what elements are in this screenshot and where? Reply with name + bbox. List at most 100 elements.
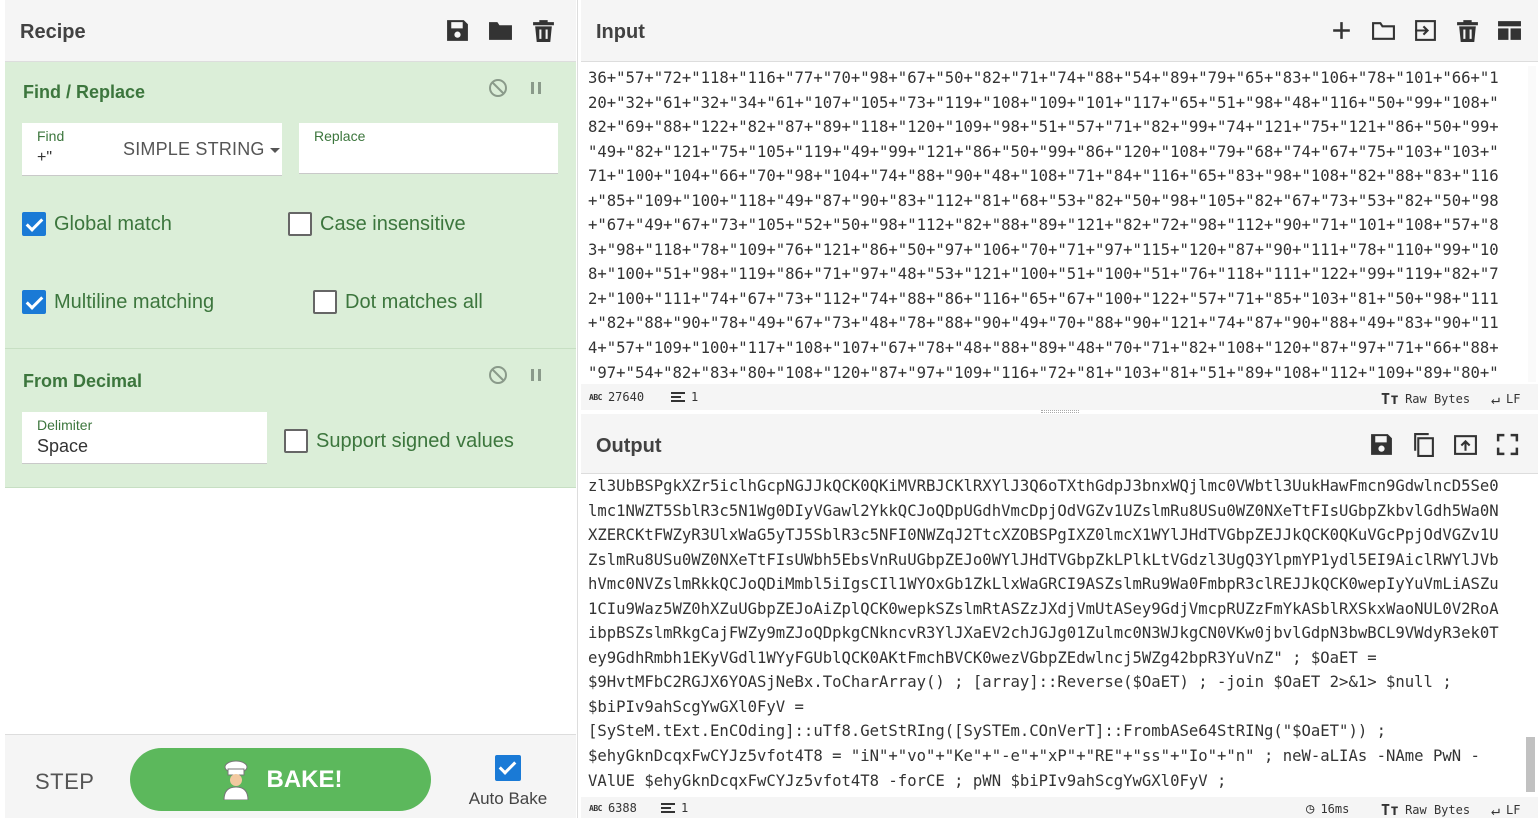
output-scrollbar[interactable] [1526, 737, 1535, 792]
input-header: Input [581, 0, 1538, 62]
folder-icon[interactable] [1371, 18, 1396, 43]
checkbox-checked-icon [22, 212, 46, 236]
disable-icon[interactable] [488, 365, 508, 385]
output-line: hVmc0NVZslmRkkQCJoQDiMmbl5iIgsCIl1WYOxGb… [588, 575, 1499, 594]
multiline-label: Multiline matching [54, 290, 215, 313]
trash-icon[interactable] [531, 18, 556, 43]
case-insensitive-label: Case insensitive [320, 212, 466, 235]
import-icon[interactable] [1413, 18, 1438, 43]
find-value[interactable]: +" [37, 149, 52, 167]
find-type-label: SIMPLE STRING [123, 139, 265, 159]
delimiter-label: Delimiter [37, 417, 93, 433]
layout-icon[interactable] [1497, 18, 1522, 43]
replace-input-icon[interactable] [1453, 432, 1478, 457]
auto-bake-label: Auto Bake [468, 789, 548, 808]
operation-find-replace: Find / Replace Find +" SIMPLE STRING Rep… [5, 62, 576, 349]
operation-title: From Decimal [23, 371, 143, 391]
bake-button[interactable]: BAKE! [130, 748, 431, 811]
controls-area: STEP BAKE! Auto Bake [5, 734, 576, 818]
replace-label: Replace [314, 128, 366, 144]
output-encoding[interactable]: Tт Raw Bytes [1381, 801, 1470, 818]
find-label: Find [37, 128, 65, 144]
pause-icon[interactable] [526, 365, 546, 385]
save-icon[interactable] [445, 18, 470, 43]
input-title: Input [596, 21, 645, 43]
output-line: ibpBSZslmRkgCajFWZy9mZJoQDpkgCNkncvR3YlJ… [588, 624, 1499, 643]
bake-label: BAKE! [266, 765, 343, 793]
output-line: ey9GdhRmbh1EKyVGdl1WYyFGUblQCK0AKtFmchBV… [588, 648, 1377, 667]
output-line: $biPIv9ahScgYwGXl0FyV = [588, 697, 804, 716]
pause-icon[interactable] [526, 78, 546, 98]
input-textarea[interactable]: 36+"57+"72+"118+"116+"77+"70+"98+"67+"50… [581, 66, 1526, 382]
output-line: lmc1NWZT5SblR3c5N1Wg0DIyVGawl2YkkQCJoQDp… [588, 501, 1499, 520]
multiline-checkbox[interactable]: Multiline matching [22, 290, 214, 314]
checkbox-checked-icon [495, 755, 521, 781]
output-textarea[interactable]: zl3UbBSPgkXZr5iclhGcpNGJJkQCK0QKiMVRBJCK… [581, 474, 1526, 792]
caret-down-icon [269, 147, 280, 153]
input-line: +"82+"88+"90+"78+"49+"67+"73+"48+"78+"88… [588, 314, 1499, 333]
checkbox-checked-icon [22, 290, 46, 314]
chef-icon [222, 760, 249, 800]
output-line: VAlUE $ehyGknDcqxFwCYJz5vfot4T8 -forCE ;… [588, 771, 1227, 790]
maximize-icon[interactable] [1495, 432, 1520, 457]
output-title: Output [596, 435, 662, 457]
input-length: 27640 [607, 390, 645, 404]
text-type-icon: Tт [1381, 390, 1400, 408]
input-line: 2+"100+"111+"74+"67+"73+"112+"74+"88+"86… [588, 289, 1499, 308]
input-encoding-label: Raw Bytes [1405, 392, 1471, 406]
output-encoding-label: Raw Bytes [1405, 803, 1471, 817]
bake-time: 16ms [1320, 802, 1350, 816]
recipe-header: Recipe [5, 0, 576, 62]
replace-field[interactable]: Replace [299, 123, 558, 174]
find-field[interactable]: Find +" SIMPLE STRING [22, 123, 282, 176]
copy-icon[interactable] [1411, 432, 1436, 457]
operation-from-decimal: From Decimal Delimiter Space Support sig… [5, 349, 576, 488]
input-eol[interactable]: ↵ LF [1491, 390, 1520, 408]
input-line: +"67+"49+"67+"73+"105+"52+"50+"98+"112+"… [588, 216, 1499, 235]
lines-icon [661, 803, 675, 813]
input-line: "49+"82+"121+"75+"105+"119+"49+"99+"121+… [588, 142, 1499, 161]
checkbox-unchecked-icon [284, 429, 308, 453]
folder-icon[interactable] [488, 18, 513, 43]
delimiter-field[interactable]: Delimiter Space [22, 412, 267, 464]
delimiter-value[interactable]: Space [37, 436, 88, 457]
length-icon: ABC [589, 803, 602, 813]
output-line: [SySteM.tExt.EnCOding]::uTf8.GetStRIng([… [588, 722, 1386, 741]
input-lines: 1 [691, 390, 699, 404]
input-line: 20+"32+"61+"32+"34+"61+"107+"105+"73+"11… [588, 93, 1499, 112]
checkbox-unchecked-icon [288, 212, 312, 236]
output-line: XZERCKtFWZyR3UlxWaG5yTJ5SblR3c5NFI0NWZqJ… [588, 526, 1499, 545]
input-status-bar: ABC 27640 1 Tт Raw Bytes ↵ LF [581, 384, 1538, 410]
global-match-checkbox[interactable]: Global match [22, 212, 172, 236]
output-line: $9HvtMFbC2RGJX6YOASjNeBx.ToCharArray() ;… [588, 673, 1452, 692]
operation-title: Find / Replace [23, 82, 146, 102]
output-header: Output [581, 414, 1538, 474]
dot-matches-label: Dot matches all [345, 290, 483, 313]
output-status-bar: ABC 6388 1 ◷ 16ms Tт Raw Bytes ↵ LF [581, 797, 1538, 818]
save-icon[interactable] [1369, 432, 1394, 457]
step-button[interactable]: STEP [35, 769, 94, 795]
plus-icon[interactable] [1329, 18, 1354, 43]
signed-values-label: Support signed values [316, 429, 514, 452]
input-line: +"85+"109+"100+"118+"49+"87+"90+"83+"112… [588, 191, 1499, 210]
signed-values-checkbox[interactable]: Support signed values [284, 429, 514, 453]
output-lines: 1 [681, 801, 689, 815]
input-encoding[interactable]: Tт Raw Bytes [1381, 390, 1470, 408]
output-line: 1CIu9Waz5WZ0hXZuUGbpZEJoAiZplQCK0wepkSZs… [588, 599, 1499, 618]
eol-icon: ↵ [1491, 801, 1501, 818]
case-insensitive-checkbox[interactable]: Case insensitive [288, 212, 466, 236]
output-eol[interactable]: ↵ LF [1491, 801, 1520, 818]
clock-icon: ◷ [1306, 801, 1315, 817]
dot-matches-all-checkbox[interactable]: Dot matches all [313, 290, 483, 314]
input-scrollbar[interactable] [1528, 66, 1536, 382]
eol-icon: ↵ [1491, 390, 1501, 408]
output-length: 6388 [607, 801, 637, 815]
auto-bake-toggle[interactable]: Auto Bake [468, 755, 548, 809]
find-type-dropdown[interactable]: SIMPLE STRING [123, 139, 280, 160]
input-line: "97+"54+"82+"83+"80+"108+"120+"87+"97+"1… [588, 363, 1499, 382]
length-icon: ABC [589, 392, 602, 402]
trash-icon[interactable] [1455, 18, 1480, 43]
input-line: 3+"98+"118+"78+"109+"76+"121+"86+"50+"97… [588, 240, 1499, 259]
input-line: 82+"69+"88+"122+"82+"87+"89+"118+"120+"1… [588, 118, 1499, 137]
disable-icon[interactable] [488, 78, 508, 98]
